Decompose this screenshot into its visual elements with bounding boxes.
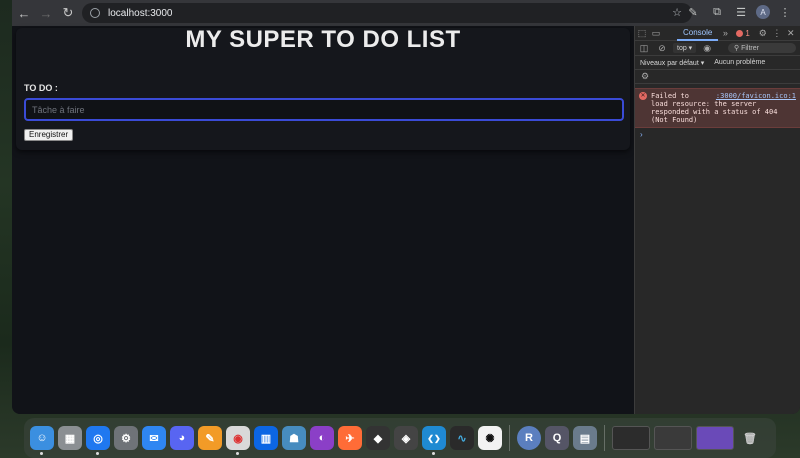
minimized-window-thumb[interactable] xyxy=(696,426,734,450)
forward-icon[interactable]: → xyxy=(36,3,56,23)
extensions-icon[interactable]: ⧉ xyxy=(708,3,726,21)
error-icon xyxy=(736,29,744,37)
profile-avatar[interactable]: A xyxy=(756,5,770,19)
inspect-icon[interactable]: ⬚ xyxy=(635,26,649,40)
todo-label: TO DO : xyxy=(24,83,58,93)
console-levels-row: Niveaux par défaut ▾ Aucun problème xyxy=(635,56,800,70)
godot-icon[interactable]: ☗ xyxy=(282,426,306,450)
reload-icon[interactable]: ↻ xyxy=(58,3,78,23)
error-count: 1 xyxy=(745,28,750,38)
page-title: MY SUPER TO DO LIST xyxy=(185,26,461,53)
tab-console[interactable]: Console xyxy=(677,26,719,41)
filter-input[interactable]: ⚲ Filtrer xyxy=(728,43,796,53)
web-page: MY SUPER TO DO LIST TO DO : Enregistrer xyxy=(12,26,634,414)
launchpad-icon[interactable]: ▦ xyxy=(58,426,82,450)
issues-indicator[interactable]: Aucun problème xyxy=(714,59,765,66)
error-text: load resource: the server responded with… xyxy=(651,100,778,124)
dock: ☺ ▦ ◎ ⚙ ✉ ◕ ✎ ◉ ▥ ☗ ◐ ✈ ◆ ◈ ❮❯ ∿ ✺ R Q ▤… xyxy=(24,418,776,458)
kebab-menu-icon[interactable]: ⋮ xyxy=(770,26,784,40)
todo-input[interactable] xyxy=(24,98,624,121)
address-bar[interactable]: localhost:3000 ☆ xyxy=(82,3,692,23)
clear-console-icon[interactable]: ⊘ xyxy=(655,41,669,55)
sidebar-toggle-icon[interactable]: ◫ xyxy=(637,41,651,55)
finder-icon[interactable]: ☺ xyxy=(30,426,54,455)
error-x-icon: ✕ xyxy=(639,92,647,100)
chatgpt-icon[interactable]: ✺ xyxy=(478,426,502,450)
vscode-icon[interactable]: ❮❯ xyxy=(422,426,446,455)
console-settings-row: ⚙ xyxy=(635,70,800,84)
dock-separator xyxy=(509,425,510,451)
discord-icon[interactable]: ◕ xyxy=(170,426,194,450)
back-icon[interactable]: ← xyxy=(14,3,34,23)
pen-icon[interactable]: ✎ xyxy=(684,3,702,21)
save-button[interactable]: Enregistrer xyxy=(24,129,74,141)
minimized-window-thumb[interactable] xyxy=(612,426,650,450)
tab-search-icon[interactable]: ☰ xyxy=(732,3,750,21)
site-info-icon[interactable] xyxy=(90,8,100,18)
chrome-icon[interactable]: ◉ xyxy=(226,426,250,455)
browser-toolbar: ← → ↻ localhost:3000 ☆ ✎ ⧉ ☰ A ⋮ xyxy=(12,0,800,26)
bookmark-star-icon[interactable]: ☆ xyxy=(672,6,682,19)
context-select[interactable]: top ▾ xyxy=(673,43,697,53)
console-error-message: ✕ :3000/favicon.ico:1 Failed to load res… xyxy=(635,88,800,128)
more-tabs-icon[interactable]: » xyxy=(718,26,732,40)
r-icon[interactable]: R xyxy=(517,426,541,450)
minimized-window-thumb[interactable] xyxy=(654,426,692,450)
settings-gear-icon[interactable]: ⚙ xyxy=(756,26,770,40)
system-settings-icon[interactable]: ⚙ xyxy=(114,426,138,450)
console-toolbar: ◫ ⊘ top ▾ ◉ ⚲ Filtrer xyxy=(635,41,800,56)
error-counter[interactable]: 1 xyxy=(736,28,750,38)
activity-monitor-icon[interactable]: ∿ xyxy=(450,426,474,450)
console-prompt[interactable]: › xyxy=(635,130,800,139)
mail-icon[interactable]: ✉ xyxy=(142,426,166,450)
devtools-tabbar: ⬚ ▭ Console » 1 ⚙ ⋮ ✕ xyxy=(635,26,800,41)
unity-icon[interactable]: ◆ xyxy=(366,426,390,450)
dock-separator xyxy=(604,425,605,451)
devtools-panel: ⬚ ▭ Console » 1 ⚙ ⋮ ✕ ◫ ⊘ top ▾ ◉ ⚲ Filt… xyxy=(634,26,800,414)
unity-hub-icon[interactable]: ◈ xyxy=(394,426,418,450)
device-toolbar-icon[interactable]: ▭ xyxy=(649,26,663,40)
browser-window: ← → ↻ localhost:3000 ☆ ✎ ⧉ ☰ A ⋮ MY SUPE… xyxy=(12,0,800,414)
trash-icon[interactable]: 🗑 xyxy=(738,426,762,450)
console-settings-icon[interactable]: ⚙ xyxy=(638,70,652,84)
error-source-link[interactable]: :3000/favicon.ico:1 xyxy=(716,92,796,100)
menu-icon[interactable]: ⋮ xyxy=(776,3,794,21)
safari-icon[interactable]: ◎ xyxy=(86,426,110,455)
trello-icon[interactable]: ▥ xyxy=(254,426,278,450)
url-text: localhost:3000 xyxy=(108,7,173,19)
eye-icon[interactable]: ◉ xyxy=(700,41,714,55)
preview-icon[interactable]: ▤ xyxy=(573,426,597,450)
quicktime-icon[interactable]: Q xyxy=(545,426,569,450)
postman-icon[interactable]: ✈ xyxy=(338,426,362,450)
pages-icon[interactable]: ✎ xyxy=(198,426,222,450)
error-line1: Failed to xyxy=(651,92,689,100)
close-icon[interactable]: ✕ xyxy=(784,26,798,40)
github-desktop-icon[interactable]: ◐ xyxy=(310,426,334,450)
levels-dropdown[interactable]: Niveaux par défaut ▾ xyxy=(640,59,704,67)
